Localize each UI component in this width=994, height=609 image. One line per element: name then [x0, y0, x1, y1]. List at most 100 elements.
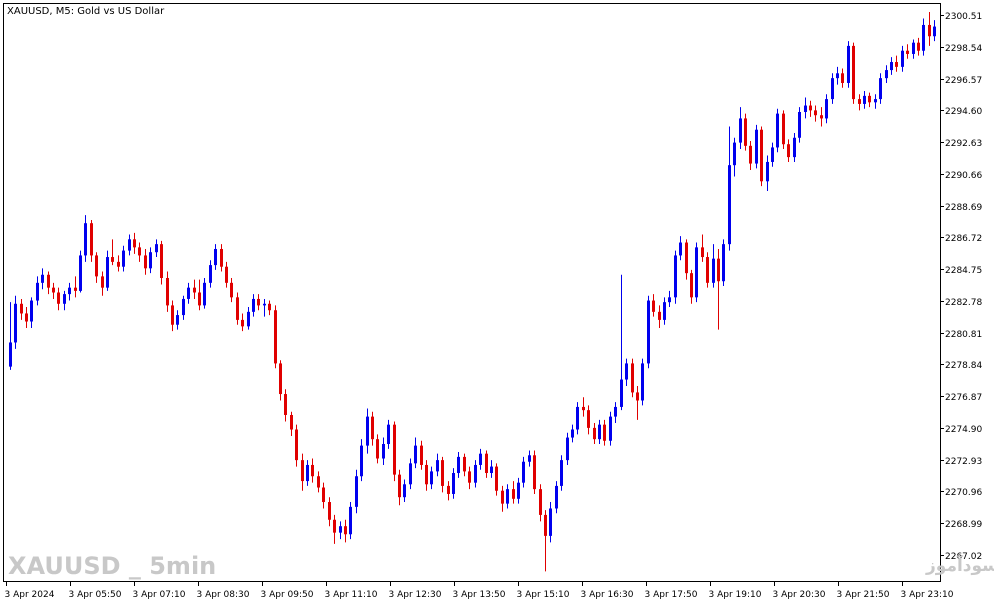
candle-body [587, 410, 590, 428]
candle-body [836, 73, 839, 79]
candle-body [290, 414, 293, 430]
time-tick-label-10: 3 Apr 17:50 [645, 590, 698, 600]
candle-body [566, 437, 569, 461]
candle-body [636, 392, 639, 401]
candle-body [539, 489, 542, 515]
candle-body [495, 466, 498, 491]
candle-body [160, 244, 163, 278]
candle-body [798, 111, 801, 138]
candle-101 [555, 481, 558, 514]
candle-body [52, 287, 55, 293]
candle-body [641, 363, 644, 401]
candle-146 [798, 107, 801, 143]
candle-body [614, 406, 617, 417]
price-tick-label-13: 2274.90 [945, 425, 982, 435]
candle-71 [393, 421, 396, 482]
candle-body [755, 129, 758, 164]
time-tick-label-8: 3 Apr 15:10 [517, 590, 570, 600]
candle-body [620, 379, 623, 407]
candle-body [695, 247, 698, 298]
candle-103 [566, 432, 569, 465]
candle-body [728, 165, 731, 245]
candle-body [760, 129, 763, 182]
candle-body [814, 110, 817, 116]
candle-body [441, 460, 444, 486]
candle-42 [236, 292, 239, 325]
candle-body [57, 292, 60, 304]
candle-body [79, 255, 82, 291]
price-tick-label-15: 2270.96 [945, 488, 982, 498]
price-tick-label-16: 2268.99 [945, 520, 982, 530]
candle-body [841, 73, 844, 83]
candle-body [14, 303, 17, 343]
time-tick-label-2: 3 Apr 07:10 [133, 590, 186, 600]
candle-body [366, 416, 369, 446]
time-tick-label-9: 3 Apr 16:30 [581, 590, 634, 600]
candle-body [793, 137, 796, 158]
candle-body [901, 50, 904, 67]
candle-body [533, 455, 536, 490]
candle-body [647, 300, 650, 364]
price-tick-label-5: 2290.66 [945, 171, 982, 181]
candle-body [544, 514, 547, 536]
candle-body [209, 265, 212, 283]
candle-body [549, 508, 552, 536]
candle-body [149, 252, 152, 269]
candle-body [625, 363, 628, 380]
candle-body [766, 161, 769, 182]
candle-body [771, 147, 774, 162]
candle-body [609, 416, 612, 441]
candle-body [339, 526, 342, 533]
candle-body [809, 105, 812, 111]
candle-body [36, 282, 39, 301]
candle-body [506, 489, 509, 504]
candle-body [333, 519, 336, 533]
price-tick-label-2: 2296.57 [945, 76, 982, 86]
candle-body [804, 105, 807, 112]
candle-142 [776, 108, 779, 153]
candle-body [820, 115, 823, 119]
time-tick-label-7: 3 Apr 13:50 [453, 590, 506, 600]
candle-body [166, 277, 169, 306]
candle-body [214, 248, 217, 266]
candlestick-chart[interactable]: 2300.51 2298.54 2296.57 2294.60 2292.63 2290.… [0, 0, 994, 605]
candle-body [47, 274, 50, 288]
candle-102 [560, 455, 563, 491]
candle-body [663, 302, 666, 320]
candle-111 [609, 411, 612, 446]
chart-area[interactable]: 2300.51 2298.54 2296.57 2294.60 2292.63 2290.… [0, 0, 994, 605]
candle-body [95, 255, 98, 277]
candle-body [582, 406, 585, 411]
candle-143 [782, 110, 785, 150]
candle-90 [495, 463, 498, 496]
candle-body [128, 239, 131, 251]
candle-body [382, 444, 385, 459]
candle-body [560, 460, 563, 486]
candle-156 [852, 42, 855, 104]
candle-body [425, 464, 428, 485]
candle-body [863, 95, 866, 104]
candle-body [414, 445, 417, 464]
candle-body [858, 99, 861, 104]
candle-body [225, 266, 228, 283]
price-tick-label-7: 2286.72 [945, 234, 982, 244]
candle-115 [631, 358, 634, 398]
candle-body [852, 45, 855, 100]
candle-body [360, 445, 363, 477]
candle-body [295, 429, 298, 461]
candle-body [90, 223, 93, 256]
candle-body [917, 42, 920, 51]
candle-body [749, 145, 752, 164]
candle-body [106, 257, 109, 288]
candle-28 [160, 240, 163, 285]
candle-body [690, 273, 693, 298]
time-tick-label-11: 3 Apr 19:10 [709, 590, 762, 600]
candle-body [20, 303, 23, 314]
time-tick-label-5: 3 Apr 11:10 [325, 590, 378, 600]
candle-body [101, 276, 104, 288]
candle-body [576, 406, 579, 430]
candle-body [933, 26, 936, 37]
candle-body [744, 118, 747, 146]
candle-body [376, 439, 379, 459]
candle-body [668, 297, 671, 303]
